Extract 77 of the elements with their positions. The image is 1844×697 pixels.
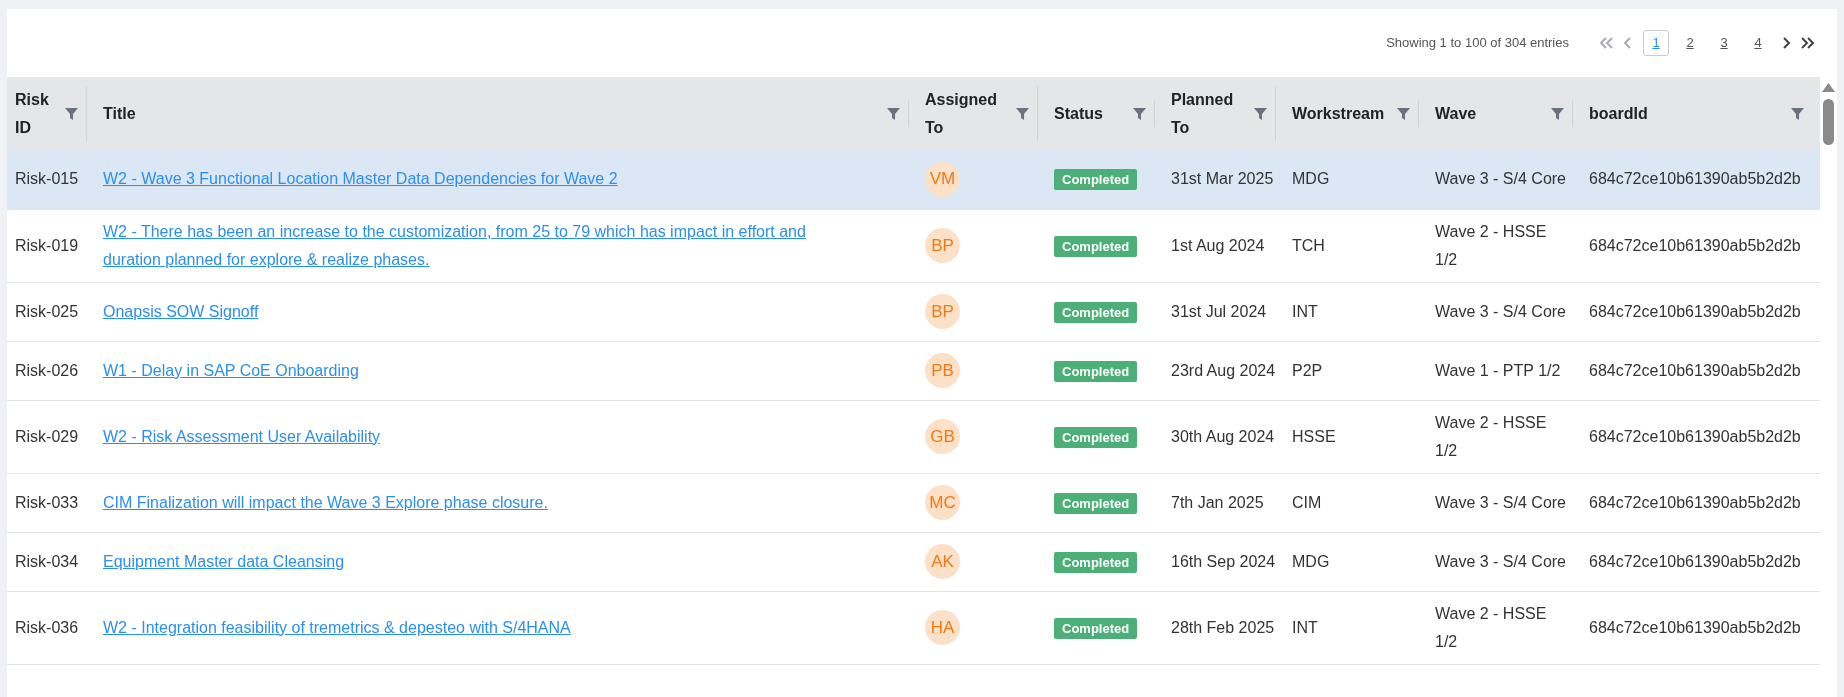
date-cell: 1st Aug 2024 <box>1163 209 1284 282</box>
risk-id-cell: Risk-019 <box>7 209 95 282</box>
workstream-cell: INT <box>1284 282 1427 341</box>
risk-id-cell: Risk-015 <box>7 150 95 209</box>
table-row[interactable]: Risk-036 W2 - Integration feasibility of tremetrics & depesteo with S/4HANA HA Completed 28th Feb 2025 INT Wave 2 - HSSE 1/2 684c72ce10b61390ab5b2d2b <box>7 591 1820 664</box>
filter-icon[interactable] <box>1551 107 1564 120</box>
status-badge: Completed <box>1054 551 1138 573</box>
wave-cell: Wave 3 - S/4 Core <box>1427 282 1581 341</box>
avatar-initials: GB <box>925 419 960 454</box>
column-header: Status <box>1054 103 1103 124</box>
status-badge: Completed <box>1054 492 1138 514</box>
entries-summary: Showing 1 to 100 of 304 entries <box>1386 34 1569 53</box>
workstream-cell: TCH <box>1284 209 1427 282</box>
column-header: Planned To <box>1171 90 1235 138</box>
risk-id-cell: Risk-029 <box>7 400 95 473</box>
workstream-cell: HSSE <box>1284 400 1427 473</box>
column-header: boardId <box>1589 103 1648 124</box>
wave-cell: Wave 2 - HSSE 1/2 <box>1427 591 1581 664</box>
workstream-cell: INT <box>1284 591 1427 664</box>
status-badge: Completed <box>1054 169 1138 191</box>
workstream-cell: P2P <box>1284 341 1427 400</box>
date-cell: 31st Jul 2024 <box>1163 282 1284 341</box>
avatar-initials: BP <box>925 294 960 329</box>
avatar-initials: VM <box>925 161 960 197</box>
avatar-initials: PB <box>925 353 960 388</box>
date-cell: 7th Jan 2025 <box>1163 473 1284 532</box>
filter-icon[interactable] <box>887 107 900 120</box>
table-row[interactable]: Risk-029 W2 - Risk Assessment User Availability GB Completed 30th Aug 2024 HSSE Wave 2 - HSSE 1/2 684c72ce10b61390ab5b2d2b <box>7 400 1820 473</box>
date-cell: 16th Sep 2024 <box>1163 532 1284 591</box>
wave-cell: Wave 3 - S/4 Core <box>1427 473 1581 532</box>
filter-icon[interactable] <box>1016 107 1029 120</box>
workstream-cell: MDG <box>1284 532 1427 591</box>
page-link[interactable]: 3 <box>1711 30 1737 56</box>
table-row[interactable]: Risk-015 W2 - Wave 3 Functional Location Master Data Dependencies for Wave 2 VM Completed 31st Mar 2025 MDG Wave 3 - S/4 Core 684c72ce10b61390ab5b2d2b <box>7 150 1820 209</box>
workstream-cell: CIM <box>1284 473 1427 532</box>
column-header: Risk ID <box>15 90 50 138</box>
status-badge: Completed <box>1054 617 1138 639</box>
page-link[interactable]: 4 <box>1745 30 1771 56</box>
scroll-up-icon[interactable] <box>1822 83 1835 92</box>
table-row[interactable]: Risk-033 CIM Finalization will impact the Wave 3 Explore phase closure. MC Completed 7th Jan 2025 CIM Wave 3 - S/4 Core 684c72ce10b61390ab5b2d2b <box>7 473 1820 532</box>
risk-id-cell: Risk-025 <box>7 282 95 341</box>
wave-cell: Wave 2 - HSSE 1/2 <box>1427 400 1581 473</box>
risk-id-cell: Risk-034 <box>7 532 95 591</box>
risk-id-cell: Risk-033 <box>7 473 95 532</box>
status-badge: Completed <box>1054 301 1138 323</box>
table-row[interactable]: Risk-034 Equipment Master data Cleansing AK Completed 16th Sep 2024 MDG Wave 3 - S/4 Core 684c72ce10b61390ab5b2d2b <box>7 532 1820 591</box>
wave-cell: Wave 3 - S/4 Core <box>1427 532 1581 591</box>
table-row[interactable]: Risk-026 W1 - Delay in SAP CoE Onboarding PB Completed 23rd Aug 2024 P2P Wave 1 - PTP 1/2 684c72ce10b61390ab5b2d2b <box>7 341 1820 400</box>
status-badge: Completed <box>1054 235 1138 257</box>
date-cell: 30th Aug 2024 <box>1163 400 1284 473</box>
wave-cell: Wave 2 - HSSE 1/2 <box>1427 209 1581 282</box>
avatar-initials: AK <box>925 544 960 579</box>
filter-icon[interactable] <box>1397 107 1410 120</box>
column-header: Wave <box>1435 103 1477 124</box>
wave-cell: Wave 3 - S/4 Core <box>1427 150 1581 209</box>
avatar-initials: MC <box>925 485 960 520</box>
column-header: Title <box>103 103 136 124</box>
table-row[interactable]: Risk-025 Onapsis SOW Signoff BP Completed 31st Jul 2024 INT Wave 3 - S/4 Core 684c72ce10b61390ab5b2d2b <box>7 282 1820 341</box>
status-badge: Completed <box>1054 426 1138 448</box>
risk-id-cell: Risk-036 <box>7 591 95 664</box>
risk-id-cell: Risk-026 <box>7 341 95 400</box>
avatar-initials: BP <box>925 228 960 263</box>
filter-icon[interactable] <box>65 107 78 120</box>
status-badge: Completed <box>1054 360 1138 382</box>
wave-cell: Wave 1 - PTP 1/2 <box>1427 341 1581 400</box>
page-link[interactable]: 2 <box>1677 30 1703 56</box>
column-header: Workstream <box>1292 103 1385 124</box>
workstream-cell: MDG <box>1284 150 1427 209</box>
filter-icon[interactable] <box>1254 107 1267 120</box>
date-cell: 31st Mar 2025 <box>1163 150 1284 209</box>
avatar-initials: HA <box>925 610 960 645</box>
date-cell: 23rd Aug 2024 <box>1163 341 1284 400</box>
date-cell: 28th Feb 2025 <box>1163 591 1284 664</box>
filter-icon[interactable] <box>1133 107 1146 120</box>
column-header: Assigned To <box>925 90 998 138</box>
scrollbar-thumb[interactable] <box>1823 99 1834 145</box>
filter-icon[interactable] <box>1791 107 1804 120</box>
